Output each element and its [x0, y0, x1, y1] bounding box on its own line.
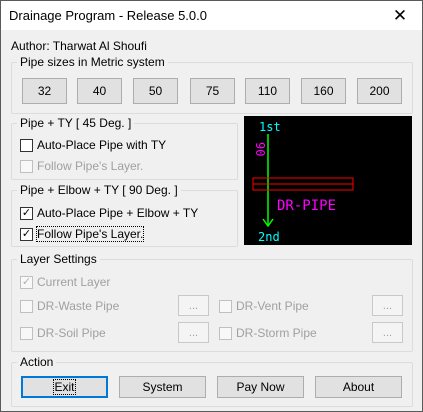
vent-pipe-label: DR-Vent Pipe [236, 299, 309, 313]
pay-now-button[interactable]: Pay Now [217, 376, 304, 398]
check-icon: ✓ [21, 206, 32, 219]
second-label: 2nd [258, 230, 280, 244]
ty-auto-place-label: Auto-Place Pipe with TY [37, 138, 167, 152]
storm-pipe-browse-button[interactable]: ... [372, 322, 403, 343]
elbow-group-label: Pipe + Elbow + TY [ 90 Deg. ] [17, 183, 181, 197]
close-icon: ✕ [392, 5, 408, 25]
elbow-follow-layer-checkbox[interactable]: ✓ Follow Pipe's Layer. [20, 226, 145, 242]
checkbox-box: ✓ [20, 227, 33, 241]
close-button[interactable]: ✕ [378, 1, 422, 30]
author-label: Author: Tharwat Al Shoufi [11, 39, 147, 53]
pipe-sizes-group-label: Pipe sizes in Metric system [17, 55, 168, 69]
soil-pipe-browse-button[interactable]: ... [178, 322, 209, 343]
main-window: Drainage Program - Release 5.0.0 ✕ Autho… [0, 0, 423, 412]
preview-image: 90 DR-PIPE 1st 2nd [244, 116, 412, 245]
ty-follow-layer-checkbox[interactable]: Follow Pipe's Layer. [20, 159, 143, 173]
checkbox-box [219, 299, 232, 313]
vent-pipe-browse-button[interactable]: ... [372, 295, 403, 316]
pipe-size-40-button[interactable]: 40 [77, 78, 122, 104]
pipe-size-200-button[interactable]: 200 [357, 78, 402, 104]
soil-pipe-checkbox[interactable]: DR-Soil Pipe [20, 326, 106, 340]
action-group-label: Action [17, 355, 57, 369]
ty-follow-layer-label: Follow Pipe's Layer. [37, 159, 144, 173]
elbow-auto-place-checkbox[interactable]: ✓ Auto-Place Pipe + Elbow + TY [20, 206, 198, 220]
checkbox-box [219, 326, 232, 340]
layer-settings-group-label: Layer Settings [17, 252, 100, 266]
checkbox-box: ✓ [20, 275, 33, 289]
preview-drawing: 90 DR-PIPE 1st 2nd [252, 120, 354, 244]
checkbox-box [20, 159, 33, 173]
elbow-follow-layer-label: Follow Pipe's Layer. [35, 226, 145, 242]
ty-group-label: Pipe + TY [ 45 Deg. ] [17, 116, 135, 130]
soil-pipe-label: DR-Soil Pipe [37, 326, 106, 340]
current-layer-checkbox[interactable]: ✓ Current Layer [20, 275, 110, 289]
vent-pipe-checkbox[interactable]: DR-Vent Pipe [219, 299, 309, 313]
pipe-size-32-button[interactable]: 32 [22, 78, 67, 104]
ty-auto-place-checkbox[interactable]: Auto-Place Pipe with TY [20, 138, 166, 152]
pipe-label: DR-PIPE [277, 198, 336, 214]
system-button[interactable]: System [119, 376, 206, 398]
checkbox-box: ✓ [20, 206, 33, 220]
pipe-size-75-button[interactable]: 75 [190, 78, 235, 104]
about-button[interactable]: About [315, 376, 402, 398]
check-icon: ✓ [21, 275, 32, 288]
window-title: Drainage Program - Release 5.0.0 [9, 8, 207, 23]
checkbox-box [20, 299, 33, 313]
pipe-size-160-button[interactable]: 160 [301, 78, 346, 104]
checkbox-box [20, 326, 33, 340]
storm-pipe-checkbox[interactable]: DR-Storm Pipe [219, 326, 317, 340]
waste-pipe-checkbox[interactable]: DR-Waste Pipe [20, 299, 119, 313]
current-layer-label: Current Layer [37, 275, 111, 289]
pipe-size-110-button[interactable]: 110 [245, 78, 290, 104]
exit-button[interactable]: Exit [21, 376, 108, 398]
checkbox-box [20, 138, 33, 152]
title-bar: Drainage Program - Release 5.0.0 ✕ [1, 1, 422, 30]
storm-pipe-label: DR-Storm Pipe [236, 326, 317, 340]
exit-button-label: Exit [53, 379, 76, 395]
rotated-label: 90 [253, 142, 267, 156]
waste-pipe-label: DR-Waste Pipe [37, 299, 120, 313]
pipe-size-50-button[interactable]: 50 [133, 78, 178, 104]
check-icon: ✓ [21, 227, 32, 240]
elbow-auto-place-label: Auto-Place Pipe + Elbow + TY [37, 206, 199, 220]
first-label: 1st [259, 120, 281, 134]
waste-pipe-browse-button[interactable]: ... [178, 295, 209, 316]
